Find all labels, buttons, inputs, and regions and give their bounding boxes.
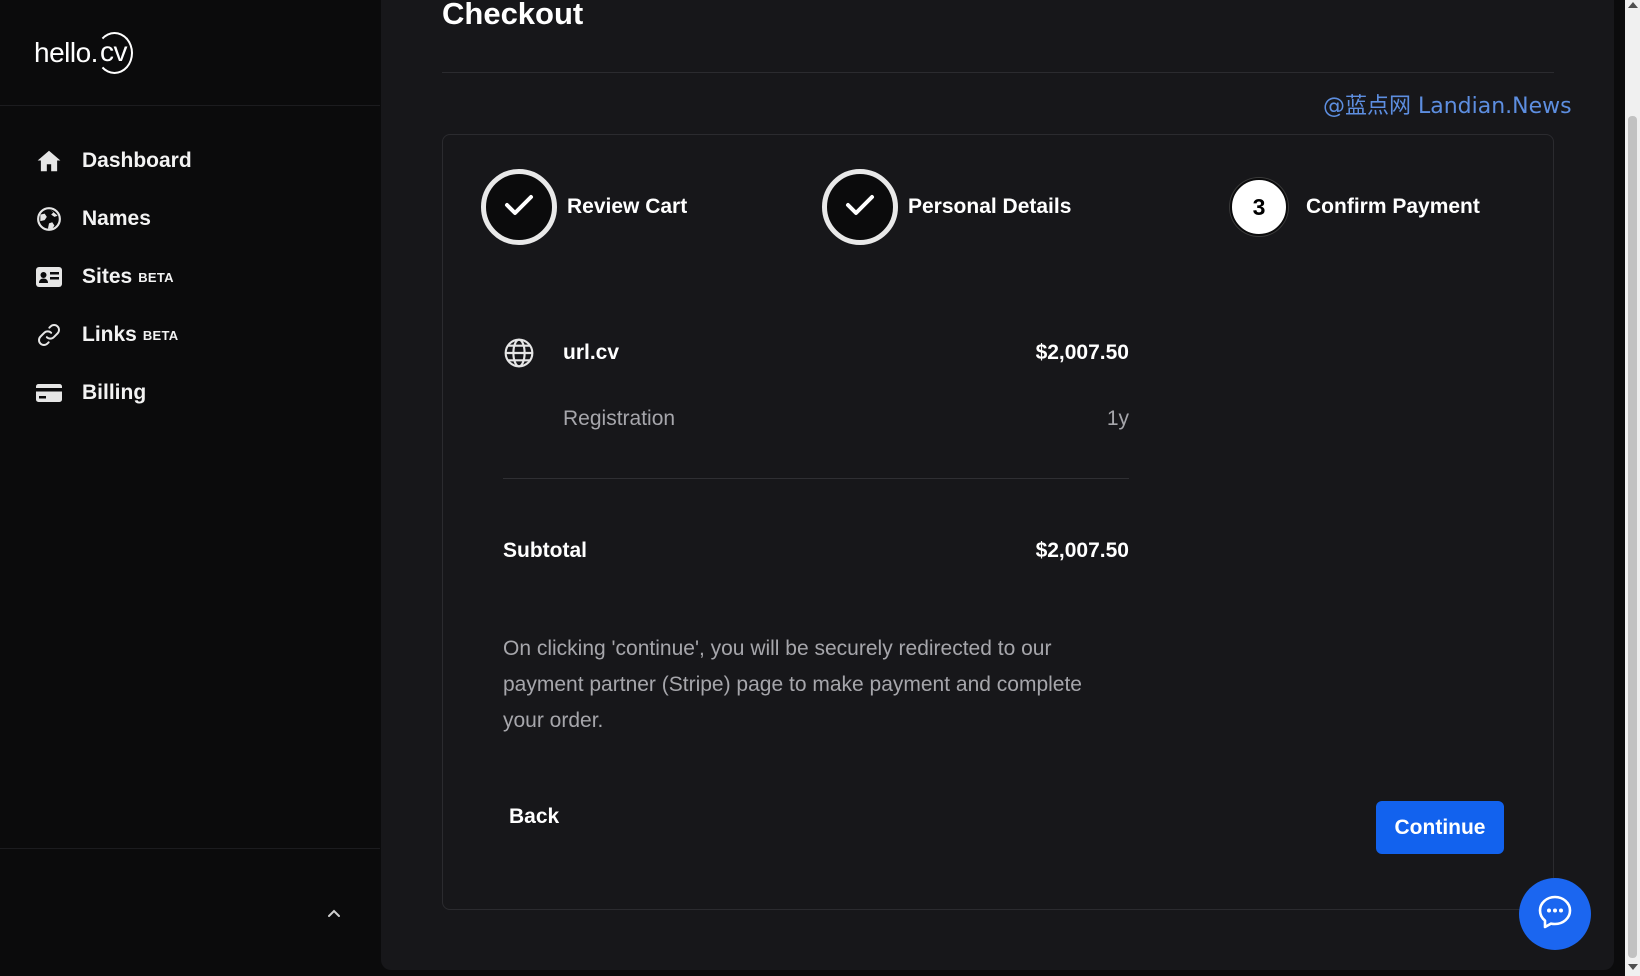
logo-text-ring: cv <box>95 32 133 74</box>
payment-redirect-note: On clicking 'continue', you will be secu… <box>503 637 1082 732</box>
cart-divider <box>503 478 1129 479</box>
page-title: Checkout <box>442 0 584 31</box>
chat-bubble-icon <box>1535 892 1575 937</box>
scroll-down-arrow-icon[interactable] <box>1628 964 1638 970</box>
beta-badge: BETA <box>142 327 179 343</box>
subtotal-value: $2,007.50 <box>1035 539 1129 562</box>
chevron-up-icon <box>327 905 341 923</box>
step-label: Personal Details <box>908 195 1072 218</box>
home-icon <box>34 146 64 176</box>
checkout-stepper: Review Cart Personal Details 3 Confirm P… <box>443 169 1555 245</box>
checkmark-icon <box>504 193 534 222</box>
collapse-button[interactable] <box>320 900 348 928</box>
cart-item-detail-value: 1y <box>1106 407 1129 430</box>
continue-button[interactable]: Continue <box>1376 801 1504 854</box>
step-complete-indicator <box>481 169 557 245</box>
title-divider <box>442 72 1554 73</box>
watermark: @蓝点网 Landian.News <box>1323 94 1572 119</box>
globe-icon <box>34 204 64 234</box>
scrollbar-thumb[interactable] <box>1628 116 1637 958</box>
sidebar-nav: Dashboard Names Sites BETA Links BETA Bi… <box>0 132 380 422</box>
sidebar: hello. cv Dashboard Names Sites BETA Lin… <box>0 0 380 976</box>
sidebar-item-links[interactable]: Links BETA <box>0 306 380 364</box>
checkmark-icon <box>845 193 875 222</box>
checkout-card: Review Cart Personal Details 3 Confirm P… <box>442 134 1554 910</box>
cart-item-price: $2,007.50 <box>1035 341 1129 364</box>
cart-item-name: url.cv <box>563 341 620 364</box>
main-panel: Checkout @蓝点网 Landian.News Review Cart P… <box>381 0 1614 970</box>
step-label: Confirm Payment <box>1306 195 1480 218</box>
sidebar-item-label: Billing <box>82 381 147 404</box>
logo-text: hello. <box>34 37 98 68</box>
cart-item-detail-label: Registration <box>563 407 676 430</box>
link-icon <box>34 320 64 350</box>
credit-card-icon <box>34 378 64 408</box>
sidebar-item-label: Sites <box>82 265 133 288</box>
step-review-cart: Review Cart <box>481 169 687 245</box>
cart-item-detail-row: Registration 1y <box>563 407 1129 431</box>
sidebar-divider <box>0 105 380 106</box>
step-complete-indicator <box>822 169 898 245</box>
subtotal-row: Subtotal $2,007.50 <box>503 539 1129 563</box>
sidebar-item-dashboard[interactable]: Dashboard <box>0 132 380 190</box>
subtotal-label: Subtotal <box>503 539 587 562</box>
logo[interactable]: hello. cv <box>34 26 133 80</box>
step-label: Review Cart <box>567 195 688 218</box>
sidebar-item-sites[interactable]: Sites BETA <box>0 248 380 306</box>
step-personal-details: Personal Details <box>822 169 1071 245</box>
cart-item-row: url.cv $2,007.50 <box>503 335 1129 371</box>
sidebar-item-billing[interactable]: Billing <box>0 364 380 422</box>
app-window: hello. cv Dashboard Names Sites BETA Lin… <box>0 0 1640 976</box>
id-card-icon <box>34 262 64 292</box>
sidebar-item-label: Dashboard <box>82 149 192 172</box>
globe-icon <box>503 337 535 369</box>
step-number-indicator: 3 <box>1230 178 1288 236</box>
scroll-up-arrow-icon[interactable] <box>1628 2 1638 8</box>
sidebar-item-label: Names <box>82 207 151 230</box>
scrollbar[interactable] <box>1625 0 1640 976</box>
sidebar-item-label: Links <box>82 323 137 346</box>
beta-badge: BETA <box>138 269 174 285</box>
sidebar-divider <box>0 848 380 849</box>
chat-button[interactable] <box>1519 878 1591 950</box>
step-confirm-payment: 3 Confirm Payment <box>1230 169 1480 245</box>
sidebar-item-names[interactable]: Names <box>0 190 380 248</box>
back-button[interactable]: Back <box>503 797 565 837</box>
